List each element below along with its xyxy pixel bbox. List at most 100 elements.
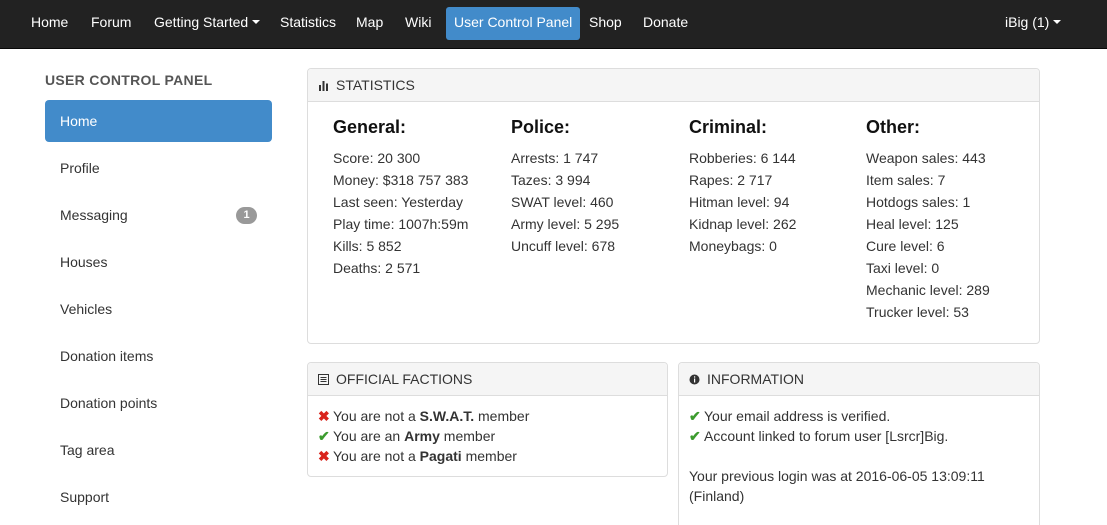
nav-forum-label: Forum [91, 14, 132, 30]
stats-police-column: Police: Arrests: 1 747 Tazes: 3 994 SWAT… [511, 115, 681, 257]
sidebar-item-messaging[interactable]: Messaging 1 [45, 194, 272, 236]
stat-row: Moneybags: 0 [689, 238, 777, 254]
previous-login-location: (Finland) [689, 488, 745, 504]
unread-badge: 1 [236, 207, 257, 224]
information-body: ✔ Your email address is verified. ✔ Accoun… [689, 406, 985, 506]
stat-row: Trucker level: 53 [866, 304, 969, 320]
stat-row: Weapon sales: 443 [866, 150, 986, 166]
nav-user-control-panel[interactable]: User Control Panel [446, 7, 581, 40]
list-icon [318, 364, 332, 396]
top-navbar: Home Forum Getting Started Statistics Ma… [0, 0, 1107, 49]
stats-general-column: General: Score: 20 300 Money: $318 757 3… [333, 115, 503, 279]
faction-text: member [465, 448, 517, 464]
statistics-panel-header: STATISTICS [308, 69, 1039, 102]
information-panel: INFORMATION ✔ Your email address is verif… [678, 362, 1040, 525]
stat-row: Rapes: 2 717 [689, 172, 773, 188]
stat-row: Mechanic level: 289 [866, 282, 990, 298]
sidebar-item-donation-items[interactable]: Donation items [45, 335, 272, 377]
nav-shop[interactable]: Shop [589, 0, 622, 49]
stat-row: Item sales: 7 [866, 172, 946, 188]
cross-icon: ✖ [318, 408, 330, 424]
sidebar-title: USER CONTROL PANEL [45, 72, 213, 88]
faction-row: ✖ You are not a Pagati member [318, 446, 529, 466]
faction-row: ✔ You are an Army member [318, 426, 529, 446]
sidebar-item-label: Vehicles [60, 301, 113, 317]
stat-row: SWAT level: 460 [511, 194, 614, 210]
nav-statistics-label: Statistics [280, 14, 337, 30]
statistics-panel-title: STATISTICS [336, 77, 415, 93]
nav-getting-started-label: Getting Started [154, 14, 249, 30]
faction-text: You are an [333, 428, 401, 444]
stats-other-heading: Other: [866, 117, 920, 137]
nav-map-label: Map [356, 14, 384, 30]
stat-row: Last seen: Yesterday [333, 194, 463, 210]
nav-forum[interactable]: Forum [91, 0, 131, 49]
nav-donate-label: Donate [643, 14, 689, 30]
stats-general-heading: General: [333, 117, 407, 137]
info-circle-icon [689, 364, 703, 396]
nav-donate[interactable]: Donate [643, 0, 688, 49]
sidebar-item-label: Donation items [60, 348, 154, 364]
stat-row: Kills: 5 852 [333, 238, 402, 254]
sidebar-item-tag-area[interactable]: Tag area [45, 429, 272, 471]
information-panel-header: INFORMATION [679, 363, 1039, 396]
nav-home[interactable]: Home [31, 0, 68, 49]
sidebar-item-label: Support [60, 489, 110, 505]
user-menu-label: iBig (1) [1005, 14, 1050, 30]
factions-panel-header: OFFICIAL FACTIONS [308, 363, 667, 396]
chevron-down-icon [252, 20, 261, 25]
info-text: Your email address is verified. [704, 408, 891, 424]
stat-row: Score: 20 300 [333, 150, 421, 166]
stat-row: Heal level: 125 [866, 216, 959, 232]
nav-user-control-panel-label: User Control Panel [454, 14, 573, 30]
sidebar-item-label: Home [60, 113, 98, 129]
check-icon: ✔ [689, 428, 701, 444]
info-check-row: ✔ Your email address is verified. [689, 406, 985, 426]
sidebar-item-houses[interactable]: Houses [45, 241, 272, 283]
stat-row: Army level: 5 295 [511, 216, 620, 232]
nav-home-label: Home [31, 14, 69, 30]
sidebar-item-vehicles[interactable]: Vehicles [45, 288, 272, 330]
information-panel-title: INFORMATION [707, 371, 804, 387]
factions-panel: OFFICIAL FACTIONS ✖ You are not a S.W.A.T… [307, 362, 668, 477]
sidebar-item-home[interactable]: Home [45, 100, 272, 142]
faction-name: Army [404, 428, 440, 444]
faction-text: member [443, 428, 496, 444]
chevron-down-icon [1053, 20, 1062, 25]
nav-getting-started[interactable]: Getting Started [154, 0, 261, 49]
bar-chart-icon [318, 70, 332, 102]
nav-wiki[interactable]: Wiki [405, 0, 431, 49]
faction-text: You are not a [333, 408, 416, 424]
sidebar-item-label: Houses [60, 254, 108, 270]
stat-row: Cure level: 6 [866, 238, 945, 254]
sidebar-item-donation-points[interactable]: Donation points [45, 382, 272, 424]
info-text: Account linked to forum user [Lsrcr]Big. [704, 428, 949, 444]
info-check-row: ✔ Account linked to forum user [Lsrcr]Big… [689, 426, 985, 446]
factions-panel-title: OFFICIAL FACTIONS [336, 371, 473, 387]
nav-map[interactable]: Map [356, 0, 383, 49]
stat-row: Taxi level: 0 [866, 260, 940, 276]
stats-criminal-column: Criminal: Robberies: 6 144 Rapes: 2 717 … [689, 115, 859, 257]
sidebar-item-support[interactable]: Support [45, 476, 272, 518]
nav-shop-label: Shop [589, 14, 622, 30]
cross-icon: ✖ [318, 448, 330, 464]
check-icon: ✔ [318, 428, 330, 444]
stat-row: Play time: 1007h:59m [333, 216, 469, 232]
faction-name: Pagati [419, 448, 462, 464]
stat-row: Hitman level: 94 [689, 194, 790, 210]
faction-text: member [478, 408, 530, 424]
factions-list: ✖ You are not a S.W.A.T. member ✔ You are … [318, 406, 529, 466]
nav-wiki-label: Wiki [405, 14, 432, 30]
nav-statistics[interactable]: Statistics [280, 0, 336, 49]
user-menu[interactable]: iBig (1) [1005, 0, 1062, 49]
faction-row: ✖ You are not a S.W.A.T. member [318, 406, 529, 426]
stat-row: Tazes: 3 994 [511, 172, 591, 188]
stat-row: Kidnap level: 262 [689, 216, 797, 232]
sidebar-item-profile[interactable]: Profile [45, 147, 272, 189]
stats-criminal-heading: Criminal: [689, 117, 768, 137]
faction-text: You are not a [333, 448, 416, 464]
sidebar-item-label: Messaging [60, 207, 128, 223]
stat-row: Money: $318 757 383 [333, 172, 469, 188]
sidebar-item-label: Profile [60, 160, 100, 176]
stat-row: Arrests: 1 747 [511, 150, 599, 166]
